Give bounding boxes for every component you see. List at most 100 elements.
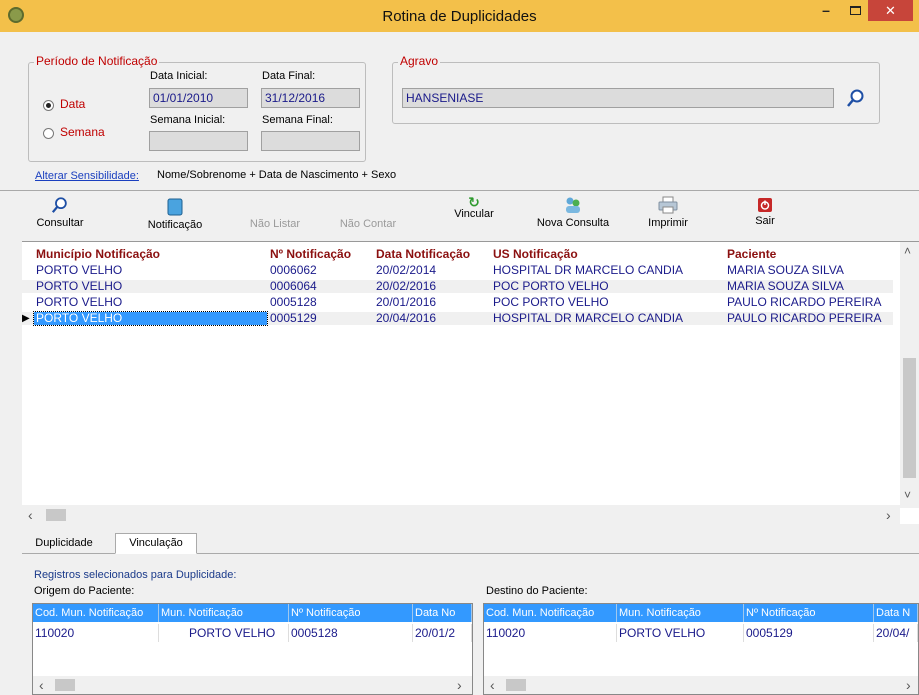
origem-grid: Cod. Mun. Notificação Mun. Notificação N…: [32, 603, 473, 695]
table-row-selected[interactable]: ▶ PORTO VELHO 0005129 20/04/2016 HOSPITA…: [22, 311, 893, 326]
nova-consulta-label: Nova Consulta: [536, 217, 610, 229]
destino-row[interactable]: 110020 PORTO VELHO 0005129 20/04/: [484, 624, 918, 642]
vertical-scrollbar[interactable]: ˄ ˅: [900, 242, 919, 508]
vincular-button[interactable]: ↻ Vincular: [446, 195, 502, 234]
notificacao-label: Notificação: [147, 219, 203, 231]
search-agravo-button[interactable]: [846, 88, 866, 108]
destino-header-mun[interactable]: Mun. Notificação: [617, 604, 744, 622]
scroll-left-icon[interactable]: ‹: [490, 677, 495, 693]
origem-header-num[interactable]: Nº Notificação: [289, 604, 413, 622]
scroll-up-icon[interactable]: ˄: [904, 244, 911, 258]
maximize-button[interactable]: [842, 2, 870, 22]
horizontal-scrollbar[interactable]: ‹ ›: [22, 505, 900, 525]
destino-header: Cod. Mun. Notificação Mun. Notificação N…: [484, 604, 918, 622]
alterar-sensibilidade-link[interactable]: Alterar Sensibilidade:: [35, 170, 139, 182]
radio-data[interactable]: [43, 100, 54, 111]
cell-us: POC PORTO VELHO: [493, 295, 609, 309]
destino-header-data[interactable]: Data N: [874, 604, 918, 622]
periodo-group-title: Período de Notificação: [34, 54, 160, 68]
semana-inicial-field[interactable]: [149, 131, 248, 151]
destino-header-num[interactable]: Nº Notificação: [744, 604, 874, 622]
horizontal-scroll-thumb[interactable]: [55, 679, 75, 691]
cell-numero: 0005129: [270, 311, 317, 325]
data-inicial-label: Data Inicial:: [150, 70, 208, 82]
origem-cell-mun: PORTO VELHO: [159, 624, 289, 642]
registros-label: Registros selecionados para Duplicidade:: [34, 569, 237, 581]
data-final-label: Data Final:: [262, 70, 316, 82]
scroll-left-icon[interactable]: ‹: [28, 507, 33, 523]
header-data[interactable]: Data Notificação: [376, 247, 470, 261]
cell-numero: 0006062: [270, 263, 317, 277]
destino-header-cod[interactable]: Cod. Mun. Notificação: [484, 604, 617, 622]
notificacao-button[interactable]: Notificação: [140, 198, 210, 236]
destino-hscrollbar[interactable]: ‹ ›: [484, 676, 918, 694]
origem-header-cod[interactable]: Cod. Mun. Notificação: [33, 604, 159, 622]
origem-row[interactable]: 110020 PORTO VELHO 0005128 20/01/2: [33, 624, 472, 642]
close-button[interactable]: ✕: [868, 0, 913, 21]
divider: [0, 190, 919, 191]
destino-cell-cod: 110020: [484, 624, 617, 642]
consultar-button[interactable]: Consultar: [30, 196, 90, 234]
nova-consulta-button[interactable]: Nova Consulta: [528, 196, 618, 234]
cell-us: HOSPITAL DR MARCELO CANDIA: [493, 263, 684, 277]
header-paciente[interactable]: Paciente: [727, 247, 776, 261]
imprimir-label: Imprimir: [648, 217, 688, 229]
cell-paciente: PAULO RICARDO PEREIRA: [727, 311, 882, 325]
cell-us: POC PORTO VELHO: [493, 279, 609, 293]
destino-cell-num: 0005129: [744, 624, 874, 642]
origem-hscrollbar[interactable]: ‹ ›: [33, 676, 472, 694]
maximize-icon: [850, 6, 861, 15]
data-inicial-field[interactable]: 01/01/2010: [149, 88, 248, 108]
duplicidades-grid: Município Notificação Nº Notificação Dat…: [22, 241, 919, 525]
magnifier-icon: [847, 89, 864, 107]
destino-cell-data: 20/04/: [874, 624, 918, 642]
cell-numero: 0005128: [270, 295, 317, 309]
destino-cell-mun: PORTO VELHO: [617, 624, 744, 642]
agravo-field[interactable]: HANSENIASE: [402, 88, 834, 108]
cell-municipio: PORTO VELHO: [36, 295, 123, 309]
data-final-field[interactable]: 31/12/2016: [261, 88, 360, 108]
table-row[interactable]: PORTO VELHO 0005128 20/01/2016 POC PORTO…: [22, 296, 893, 309]
imprimir-button[interactable]: Imprimir: [640, 196, 696, 234]
scroll-left-icon[interactable]: ‹: [39, 677, 44, 693]
horizontal-scroll-thumb[interactable]: [46, 509, 66, 521]
table-row[interactable]: PORTO VELHO 0006062 20/02/2014 HOSPITAL …: [22, 264, 893, 277]
cell-numero: 0006064: [270, 279, 317, 293]
title-bar: Rotina de Duplicidades – ✕: [0, 0, 919, 32]
cell-paciente: PAULO RICARDO PEREIRA: [727, 295, 882, 309]
semana-inicial-label: Semana Inicial:: [150, 114, 226, 126]
vertical-scroll-thumb[interactable]: [903, 358, 916, 478]
header-us[interactable]: US Notificação: [493, 247, 578, 261]
horizontal-scroll-thumb[interactable]: [506, 679, 526, 691]
row-pointer-icon: ▶: [22, 313, 30, 324]
consultar-label: Consultar: [36, 217, 84, 229]
table-row[interactable]: PORTO VELHO 0006064 20/02/2016 POC PORTO…: [22, 280, 893, 293]
scroll-right-icon[interactable]: ›: [886, 507, 891, 523]
scroll-right-icon[interactable]: ›: [906, 677, 911, 693]
semana-final-field[interactable]: [261, 131, 360, 151]
cell-us: HOSPITAL DR MARCELO CANDIA: [493, 311, 684, 325]
power-icon: [758, 198, 772, 212]
nao-listar-button[interactable]: Não Listar: [245, 218, 305, 230]
origem-header: Cod. Mun. Notificação Mun. Notificação N…: [33, 604, 472, 622]
header-numero[interactable]: Nº Notificação: [270, 247, 351, 261]
tab-vinculacao[interactable]: Vinculação: [115, 533, 197, 554]
origem-header-data[interactable]: Data No: [413, 604, 472, 622]
scroll-down-icon[interactable]: ˅: [904, 488, 911, 502]
minimize-button[interactable]: –: [812, 2, 840, 22]
window-title: Rotina de Duplicidades: [382, 8, 537, 25]
cell-paciente: MARIA SOUZA SILVA: [727, 263, 844, 277]
origem-cell-data: 20/01/2: [413, 624, 472, 642]
scroll-right-icon[interactable]: ›: [457, 677, 462, 693]
nao-contar-button[interactable]: Não Contar: [338, 218, 398, 230]
printer-icon: [658, 196, 678, 214]
radio-semana[interactable]: [43, 128, 54, 139]
sair-button[interactable]: Sair: [745, 198, 785, 236]
radio-data-label: Data: [60, 97, 86, 111]
tab-duplicidade[interactable]: Duplicidade: [24, 534, 104, 554]
origem-header-mun[interactable]: Mun. Notificação: [159, 604, 289, 622]
cell-data: 20/02/2016: [376, 279, 437, 293]
header-municipio[interactable]: Município Notificação: [36, 247, 160, 261]
sair-label: Sair: [755, 215, 775, 227]
semana-final-label: Semana Final:: [262, 114, 333, 126]
